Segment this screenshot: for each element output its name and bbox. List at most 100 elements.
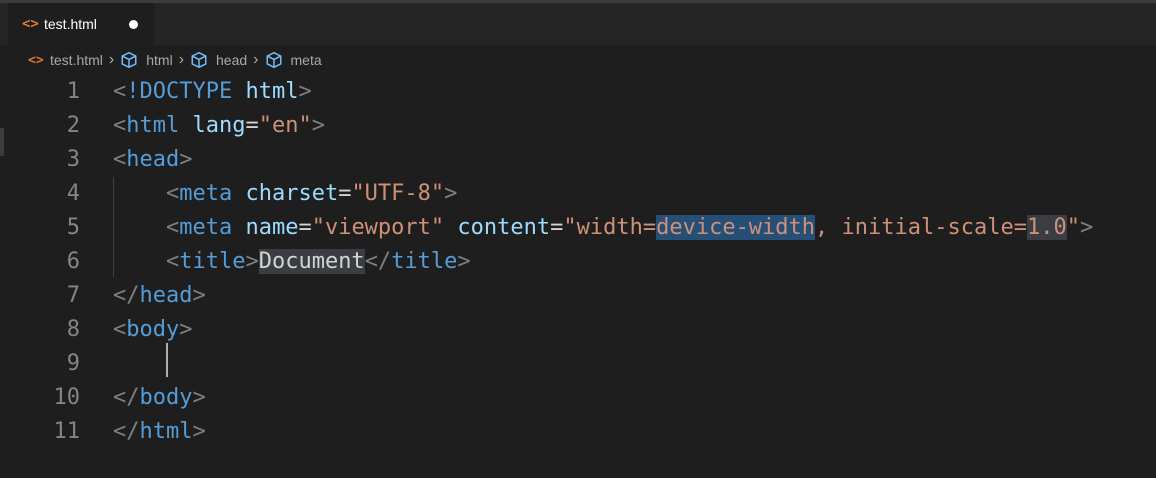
breadcrumb-item-html[interactable]: html [120,51,173,69]
code-content: </html> [113,415,206,449]
code-token: < [113,113,127,138]
line-number: 7 [66,283,80,308]
code-token: </ [113,419,140,444]
code-line[interactable]: 11 </html> [0,415,1156,449]
code-line[interactable]: 2 <html lang="en"> [0,109,1156,143]
line-number: 6 [66,249,80,274]
code-token: = [338,181,352,206]
code-line[interactable]: 3 <head> [0,143,1156,177]
code-token: 1.0 [1026,215,1067,240]
code-token: > [179,317,193,342]
code-token: charset [245,181,339,206]
html-file-icon: <> [28,52,44,68]
code-line[interactable]: 8 <body> [0,313,1156,347]
line-number: 9 [66,351,80,376]
code-content: <!DOCTYPE html> [113,75,312,109]
code-token: </ [364,249,392,274]
breadcrumb-label: head [216,52,248,68]
code-token: html [139,419,193,444]
breadcrumb: <> test.html › html › head › meta [0,45,1156,75]
code-token: > [444,181,458,206]
line-number: 11 [53,419,81,444]
code-line[interactable]: 7 </head> [0,279,1156,313]
code-line[interactable]: 10 </body> [0,381,1156,415]
code-token: title [179,249,246,274]
chevron-right-icon: › [178,51,185,68]
code-token: > [245,249,259,274]
code-token: > [192,419,206,444]
code-token: < [113,317,127,342]
code-content: <body> [113,313,192,347]
code-token: > [298,79,312,104]
breadcrumb-label: meta [290,52,322,68]
line-number: 2 [66,113,80,138]
chevron-right-icon: › [253,51,259,68]
code-token: "UTF-8" [351,181,445,206]
code-token: " [1066,215,1080,240]
code-token: lang [192,113,246,138]
code-token: meta [179,215,233,240]
code-token: < [165,181,180,206]
code-token: html [245,79,299,104]
code-content: </body> [113,381,206,415]
code-token: content [457,215,551,240]
breadcrumb-item-head[interactable]: head [190,51,247,69]
code-line[interactable]: 6 <title>Document</title> [0,245,1156,279]
code-editor[interactable]: 1 <!DOCTYPE html> 2 <html lang="en"> 3 <head>… [0,75,1156,478]
code-token: , initial-scale= [815,215,1027,240]
code-token: > [457,249,471,274]
code-token: > [1079,215,1094,240]
line-number: 4 [66,181,80,206]
code-token: > [192,283,206,308]
code-token: meta [179,181,233,206]
code-token: > [192,385,206,410]
code-content: <html lang="en"> [113,109,325,143]
code-line[interactable]: 4 <meta charset="UTF-8"> [0,177,1156,211]
code-token: < [113,79,127,104]
code-token: </ [113,283,140,308]
cube-icon [191,51,207,69]
line-number: 3 [66,147,80,172]
code-content: <meta name="viewport" content="width=dev… [113,211,1093,245]
tab-bar: <> test.html [0,3,1156,45]
code-token: head [139,283,193,308]
code-token: head [126,147,180,172]
code-content: <head> [113,143,192,177]
code-token: "en" [258,113,312,138]
unsaved-changes-dot-icon[interactable] [129,20,138,29]
code-token: "viewport" [311,215,445,240]
code-content: <meta charset="UTF-8"> [113,177,457,211]
tab-test-html[interactable]: <> test.html [8,3,154,45]
code-token: </ [113,385,140,410]
html-file-icon: <> [22,16,39,32]
code-token: body [126,317,180,342]
code-token: < [165,215,180,240]
line-number: 10 [53,385,81,410]
breadcrumb-label: test.html [50,52,103,68]
cube-icon [121,51,137,69]
cube-icon [266,51,281,69]
code-token: < [113,147,127,172]
chevron-right-icon: › [108,51,115,68]
code-token: name [245,215,299,240]
breadcrumb-item-file[interactable]: <> test.html [28,52,103,68]
line-number: 8 [66,317,80,342]
breadcrumb-label: html [146,52,173,68]
breadcrumb-item-meta[interactable]: meta [265,51,322,69]
code-token: body [139,385,193,410]
code-content: </head> [113,279,206,313]
code-line[interactable]: 5 <meta name="viewport" content="width=d… [0,211,1156,245]
code-token: > [179,147,193,172]
code-token: = [298,215,312,240]
code-token: !DOCTYPE [126,79,233,104]
code-line[interactable]: 9 [0,347,1156,381]
code-token: device-width [656,215,816,240]
code-line[interactable]: 1 <!DOCTYPE html> [0,75,1156,109]
